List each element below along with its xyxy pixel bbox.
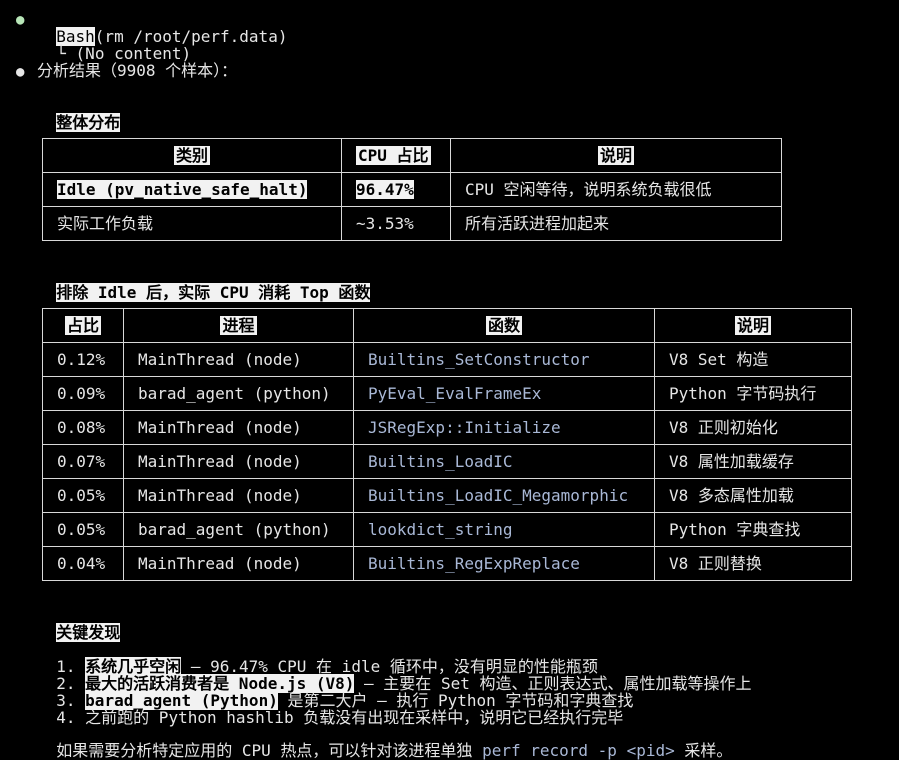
- table-cell: 96.47%: [341, 172, 451, 207]
- table-cell: Python 字节码执行: [654, 376, 852, 411]
- section2-heading: 排除 Idle 后，实际 CPU 消耗 Top 函数: [56, 283, 371, 302]
- section1-heading: 整体分布: [56, 113, 121, 132]
- table-cell: V8 Set 构造: [654, 342, 852, 377]
- bullet-dot-summary: ●: [16, 64, 25, 80]
- table-row: 实际工作负载 ~3.53% 所有活跃进程加起来: [42, 206, 782, 241]
- column-header: CPU 占比: [341, 138, 451, 173]
- table-cell: PyEval_EvalFrameEx: [353, 376, 655, 411]
- table-cell: Python 字典查找: [654, 512, 852, 547]
- table-cell: 0.08%: [42, 410, 124, 445]
- table-row: 0.09% barad_agent (python) PyEval_EvalFr…: [42, 376, 852, 411]
- table-cell: V8 正则初始化: [654, 410, 852, 445]
- table-cell: MainThread (node): [123, 478, 354, 513]
- table-header-row: 占比 进程 函数 说明: [42, 308, 852, 343]
- table-cell: 0.05%: [42, 478, 124, 513]
- table-row: 0.05% MainThread (node) Builtins_LoadIC_…: [42, 478, 852, 513]
- table-row: Idle (pv_native_safe_halt) 96.47% CPU 空闲…: [42, 172, 782, 207]
- table-cell: 0.04%: [42, 546, 124, 581]
- overall-distribution-table: 类别 CPU 占比 说明 Idle (pv_native_safe_halt) …: [42, 138, 782, 241]
- table-cell: JSRegExp::Initialize: [353, 410, 655, 445]
- table-row: 0.12% MainThread (node) Builtins_SetCons…: [42, 342, 852, 377]
- column-header: 进程: [123, 308, 354, 343]
- table-row: 0.08% MainThread (node) JSRegExp::Initia…: [42, 410, 852, 445]
- table-cell: MainThread (node): [123, 444, 354, 479]
- table-cell: barad_agent (python): [123, 376, 354, 411]
- footer-note: 如果需要分析特定应用的 CPU 热点，可以针对该进程单独 perf record…: [56, 741, 733, 760]
- table-cell: 0.12%: [42, 342, 124, 377]
- table-cell: 0.09%: [42, 376, 124, 411]
- table-cell: Idle (pv_native_safe_halt): [42, 172, 342, 207]
- bullet-dot-bash: ●: [16, 12, 25, 28]
- table-row: 0.07% MainThread (node) Builtins_LoadIC …: [42, 444, 852, 479]
- column-header: 函数: [353, 308, 655, 343]
- table-cell: lookdict_string: [353, 512, 655, 547]
- table-row: 0.04% MainThread (node) Builtins_RegExpR…: [42, 546, 852, 581]
- table-header-row: 类别 CPU 占比 说明: [42, 138, 782, 173]
- table-cell: 0.05%: [42, 512, 124, 547]
- table-row: 0.05% barad_agent (python) lookdict_stri…: [42, 512, 852, 547]
- table-cell: MainThread (node): [123, 410, 354, 445]
- table-cell: CPU 空闲等待，说明系统负载很低: [450, 172, 782, 207]
- summary-title: 分析结果（9908 个样本）：: [37, 61, 238, 80]
- column-header: 类别: [42, 138, 342, 173]
- finding-item-4: 4. 之前跑的 Python hashlib 负载没有出现在采样中，说明它已经执…: [56, 708, 624, 727]
- perf-command: perf record -p <pid>: [482, 741, 675, 760]
- table-cell: Builtins_LoadIC_Megamorphic: [353, 478, 655, 513]
- table-cell: 实际工作负载: [42, 206, 342, 241]
- table-cell: 0.07%: [42, 444, 124, 479]
- table-cell: V8 属性加载缓存: [654, 444, 852, 479]
- table-cell: Builtins_LoadIC: [353, 444, 655, 479]
- table-cell: 所有活跃进程加起来: [450, 206, 782, 241]
- bash-result: └ (No content): [37, 27, 191, 63]
- table-cell: MainThread (node): [123, 546, 354, 581]
- table-cell: V8 多态属性加载: [654, 478, 852, 513]
- findings-heading: 关键发现: [56, 623, 121, 642]
- table-cell: V8 正则替换: [654, 546, 852, 581]
- column-header: 说明: [654, 308, 852, 343]
- column-header: 说明: [450, 138, 782, 173]
- table-cell: MainThread (node): [123, 342, 354, 377]
- top-functions-table: 占比 进程 函数 说明 0.12% MainThread (node) Buil…: [42, 308, 852, 581]
- table-cell: Builtins_RegExpReplace: [353, 546, 655, 581]
- table-cell: Builtins_SetConstructor: [353, 342, 655, 377]
- table-cell: ~3.53%: [341, 206, 451, 241]
- column-header: 占比: [42, 308, 124, 343]
- table-cell: barad_agent (python): [123, 512, 354, 547]
